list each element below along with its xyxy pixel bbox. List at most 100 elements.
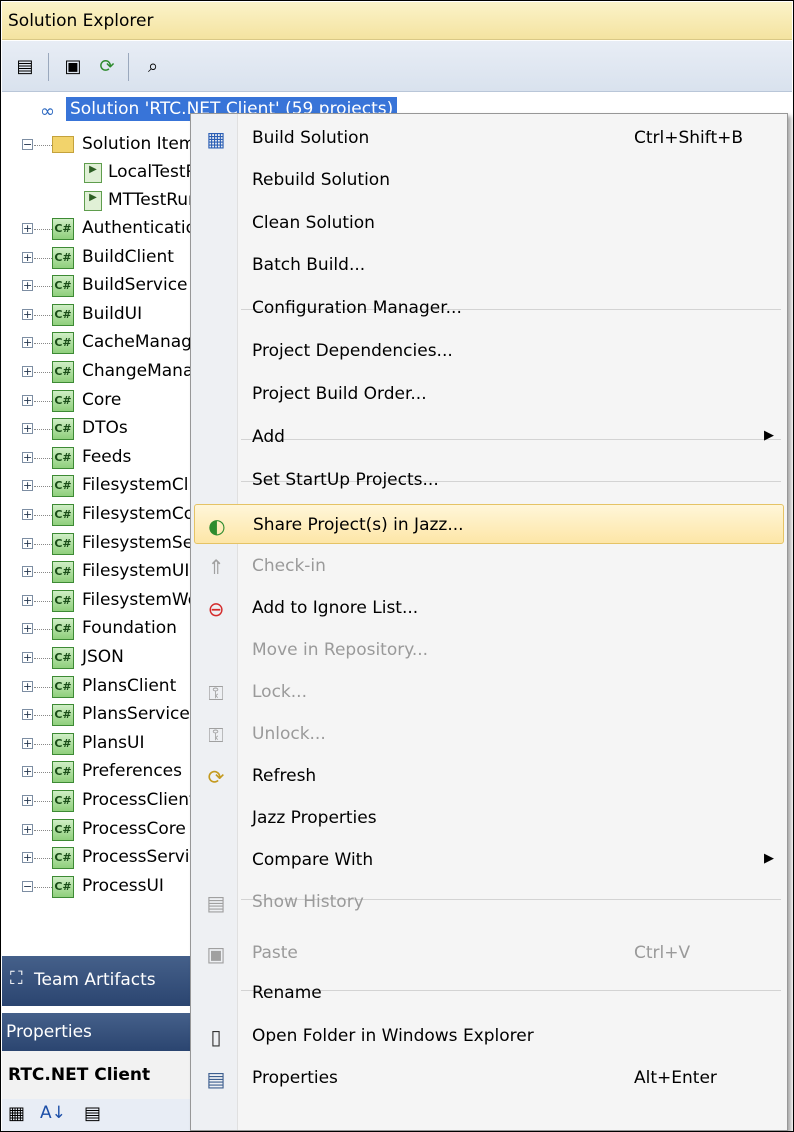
project-node[interactable]: − C# ProcessUI xyxy=(2,874,202,900)
project-node[interactable]: + C# ProcessClient xyxy=(2,788,202,814)
menu-item-label: Lock... xyxy=(252,682,307,702)
menu-item-label: Share Project(s) in Jazz... xyxy=(253,515,464,535)
project-node[interactable]: + C# BuildUI xyxy=(2,302,202,328)
menu-item-rebuild-solution[interactable]: Rebuild Solution xyxy=(194,160,784,200)
menu-item-set-startup-projects[interactable]: Set StartUp Projects... xyxy=(194,460,784,500)
view-class-diagram-icon[interactable]: ⌕ xyxy=(140,53,166,79)
project-node[interactable]: + C# BuildService xyxy=(2,273,202,299)
alphabetical-icon[interactable]: A↓ xyxy=(40,1103,66,1123)
menu-item-clean-solution[interactable]: Clean Solution xyxy=(194,203,784,243)
solution-node[interactable]: ∞ Solution 'RTC.NET Client' (59 projects… xyxy=(40,97,398,123)
expand-icon[interactable]: + xyxy=(22,280,33,292)
expand-icon[interactable]: + xyxy=(22,594,33,606)
expand-icon[interactable]: + xyxy=(22,451,33,463)
project-label: FilesystemWorkspace xyxy=(82,589,202,610)
expand-icon[interactable]: + xyxy=(22,480,33,492)
tree-file-item[interactable]: ▶ LocalTestRun.testrunconfig xyxy=(2,160,202,186)
expand-icon[interactable]: + xyxy=(22,737,33,749)
project-node[interactable]: + C# FilesystemCore xyxy=(2,502,202,528)
menu-item-show-history: ▤ Show History xyxy=(194,882,784,922)
menu-item-refresh[interactable]: ⟳ Refresh xyxy=(194,756,784,796)
project-node[interactable]: + C# ProcessCore xyxy=(2,817,202,843)
project-node[interactable]: + C# Foundation xyxy=(2,616,202,642)
expand-icon[interactable]: + xyxy=(22,366,33,377)
menu-item-open-folder-in-windows-explorer[interactable]: ▯ Open Folder in Windows Explorer xyxy=(194,1016,784,1056)
team-artifacts-tab[interactable]: ⛶ Team Artifacts xyxy=(2,956,202,1006)
expand-icon[interactable]: + xyxy=(22,652,33,663)
menu-item-label: Rebuild Solution xyxy=(252,170,390,190)
menu-item-add[interactable]: Add ▶ xyxy=(194,417,784,457)
menu-item-build-solution[interactable]: ▦ Build Solution Ctrl+Shift+B xyxy=(194,118,784,158)
project-label: FilesystemCore xyxy=(82,504,202,524)
tree-line xyxy=(34,829,52,831)
csharp-project-icon: C# xyxy=(52,418,74,441)
expand-icon[interactable]: + xyxy=(22,423,33,435)
expand-icon[interactable]: + xyxy=(22,394,33,406)
refresh-icon[interactable]: ⟳ xyxy=(94,53,120,79)
expand-icon[interactable]: + xyxy=(22,823,33,835)
expand-icon[interactable]: + xyxy=(22,223,33,234)
project-node[interactable]: + C# FilesystemWorkspace xyxy=(2,588,202,614)
project-node[interactable]: + C# PlansUI xyxy=(2,731,202,757)
project-node[interactable]: + C# ProcessService xyxy=(2,845,202,871)
expand-icon[interactable]: + xyxy=(22,251,33,263)
project-node[interactable]: + C# Core xyxy=(2,388,202,414)
solution-tree: ∞ Solution 'RTC.NET Client' (59 projects… xyxy=(2,92,398,952)
property-pages-icon[interactable]: ▤ xyxy=(84,1103,101,1124)
menu-item-label: Project Dependencies... xyxy=(252,341,453,361)
expand-icon[interactable]: + xyxy=(22,537,33,549)
project-label: FilesystemService xyxy=(82,532,202,553)
project-node[interactable]: + C# DTOs xyxy=(2,416,202,442)
project-node[interactable]: + C# Authentication xyxy=(2,216,202,242)
menu-item-label: Rename xyxy=(252,983,322,1003)
csharp-project-icon: C# xyxy=(52,532,74,555)
menu-item-label: Clean Solution xyxy=(252,213,375,233)
menu-item-configuration-manager[interactable]: Configuration Manager... xyxy=(194,288,784,328)
solution-items-folder[interactable]: − Solution Items xyxy=(2,132,202,158)
expand-icon[interactable]: + xyxy=(22,709,33,721)
team-artifacts-label: Team Artifacts xyxy=(34,970,156,990)
expand-icon[interactable]: + xyxy=(22,308,33,320)
project-node[interactable]: + C# Feeds xyxy=(2,445,202,471)
tree-file-item[interactable]: ▶ MTTestRun.testrunconfig xyxy=(2,188,202,214)
menu-item-jazz-properties[interactable]: Jazz Properties xyxy=(194,798,784,838)
project-label: JSON xyxy=(82,647,124,667)
expand-icon[interactable]: + xyxy=(22,566,33,578)
expand-icon[interactable]: + xyxy=(22,337,33,349)
project-node[interactable]: + C# BuildClient xyxy=(2,245,202,271)
project-label: Core xyxy=(82,389,122,410)
expand-icon[interactable]: + xyxy=(22,795,33,806)
menu-item-share-project-s-in-jazz[interactable]: ◐ Share Project(s) in Jazz... xyxy=(194,504,784,544)
project-node[interactable]: + C# CacheManager xyxy=(2,330,202,356)
project-node[interactable]: + C# FilesystemUI xyxy=(2,559,202,585)
solution-explorer-toolbar: ▤ ▣ ⟳ ⌕ xyxy=(2,41,792,92)
collapse-icon[interactable]: − xyxy=(22,139,33,150)
project-node[interactable]: + C# FilesystemService xyxy=(2,531,202,557)
menu-item-rename[interactable]: Rename xyxy=(194,973,784,1013)
project-label: PlansUI xyxy=(82,732,145,753)
properties-icon[interactable]: ▤ xyxy=(12,53,38,79)
menu-item-batch-build[interactable]: Batch Build... xyxy=(194,245,784,285)
expand-icon[interactable]: + xyxy=(22,766,33,778)
expand-icon[interactable]: + xyxy=(22,852,33,864)
context-menu: ▦ Build Solution Ctrl+Shift+B Rebuild Solut… xyxy=(190,113,788,1131)
show-all-files-icon[interactable]: ▣ xyxy=(60,53,86,79)
menu-item-properties[interactable]: ▤ Properties Alt+Enter xyxy=(194,1058,784,1098)
project-node[interactable]: + C# ChangeManager xyxy=(2,359,202,385)
tree-line xyxy=(34,343,52,345)
menu-item-add-to-ignore-list[interactable]: ⊖ Add to Ignore List... xyxy=(194,588,784,628)
expand-icon[interactable]: + xyxy=(22,680,33,692)
collapse-icon[interactable]: − xyxy=(22,880,33,892)
project-node[interactable]: + C# FilesystemClient xyxy=(2,473,202,499)
project-node[interactable]: + C# JSON xyxy=(2,645,202,671)
menu-item-project-build-order[interactable]: Project Build Order... xyxy=(194,374,784,414)
expand-icon[interactable]: + xyxy=(22,509,33,520)
categorized-icon[interactable]: ▦ xyxy=(8,1103,25,1124)
menu-item-project-dependencies[interactable]: Project Dependencies... xyxy=(194,331,784,371)
project-node[interactable]: + C# PlansClient xyxy=(2,674,202,700)
refresh-icon: ⟳ xyxy=(207,765,225,789)
project-node[interactable]: + C# PlansService xyxy=(2,702,202,728)
expand-icon[interactable]: + xyxy=(22,623,33,635)
project-node[interactable]: + C# Preferences xyxy=(2,759,202,785)
menu-item-compare-with[interactable]: Compare With ▶ xyxy=(194,840,784,880)
